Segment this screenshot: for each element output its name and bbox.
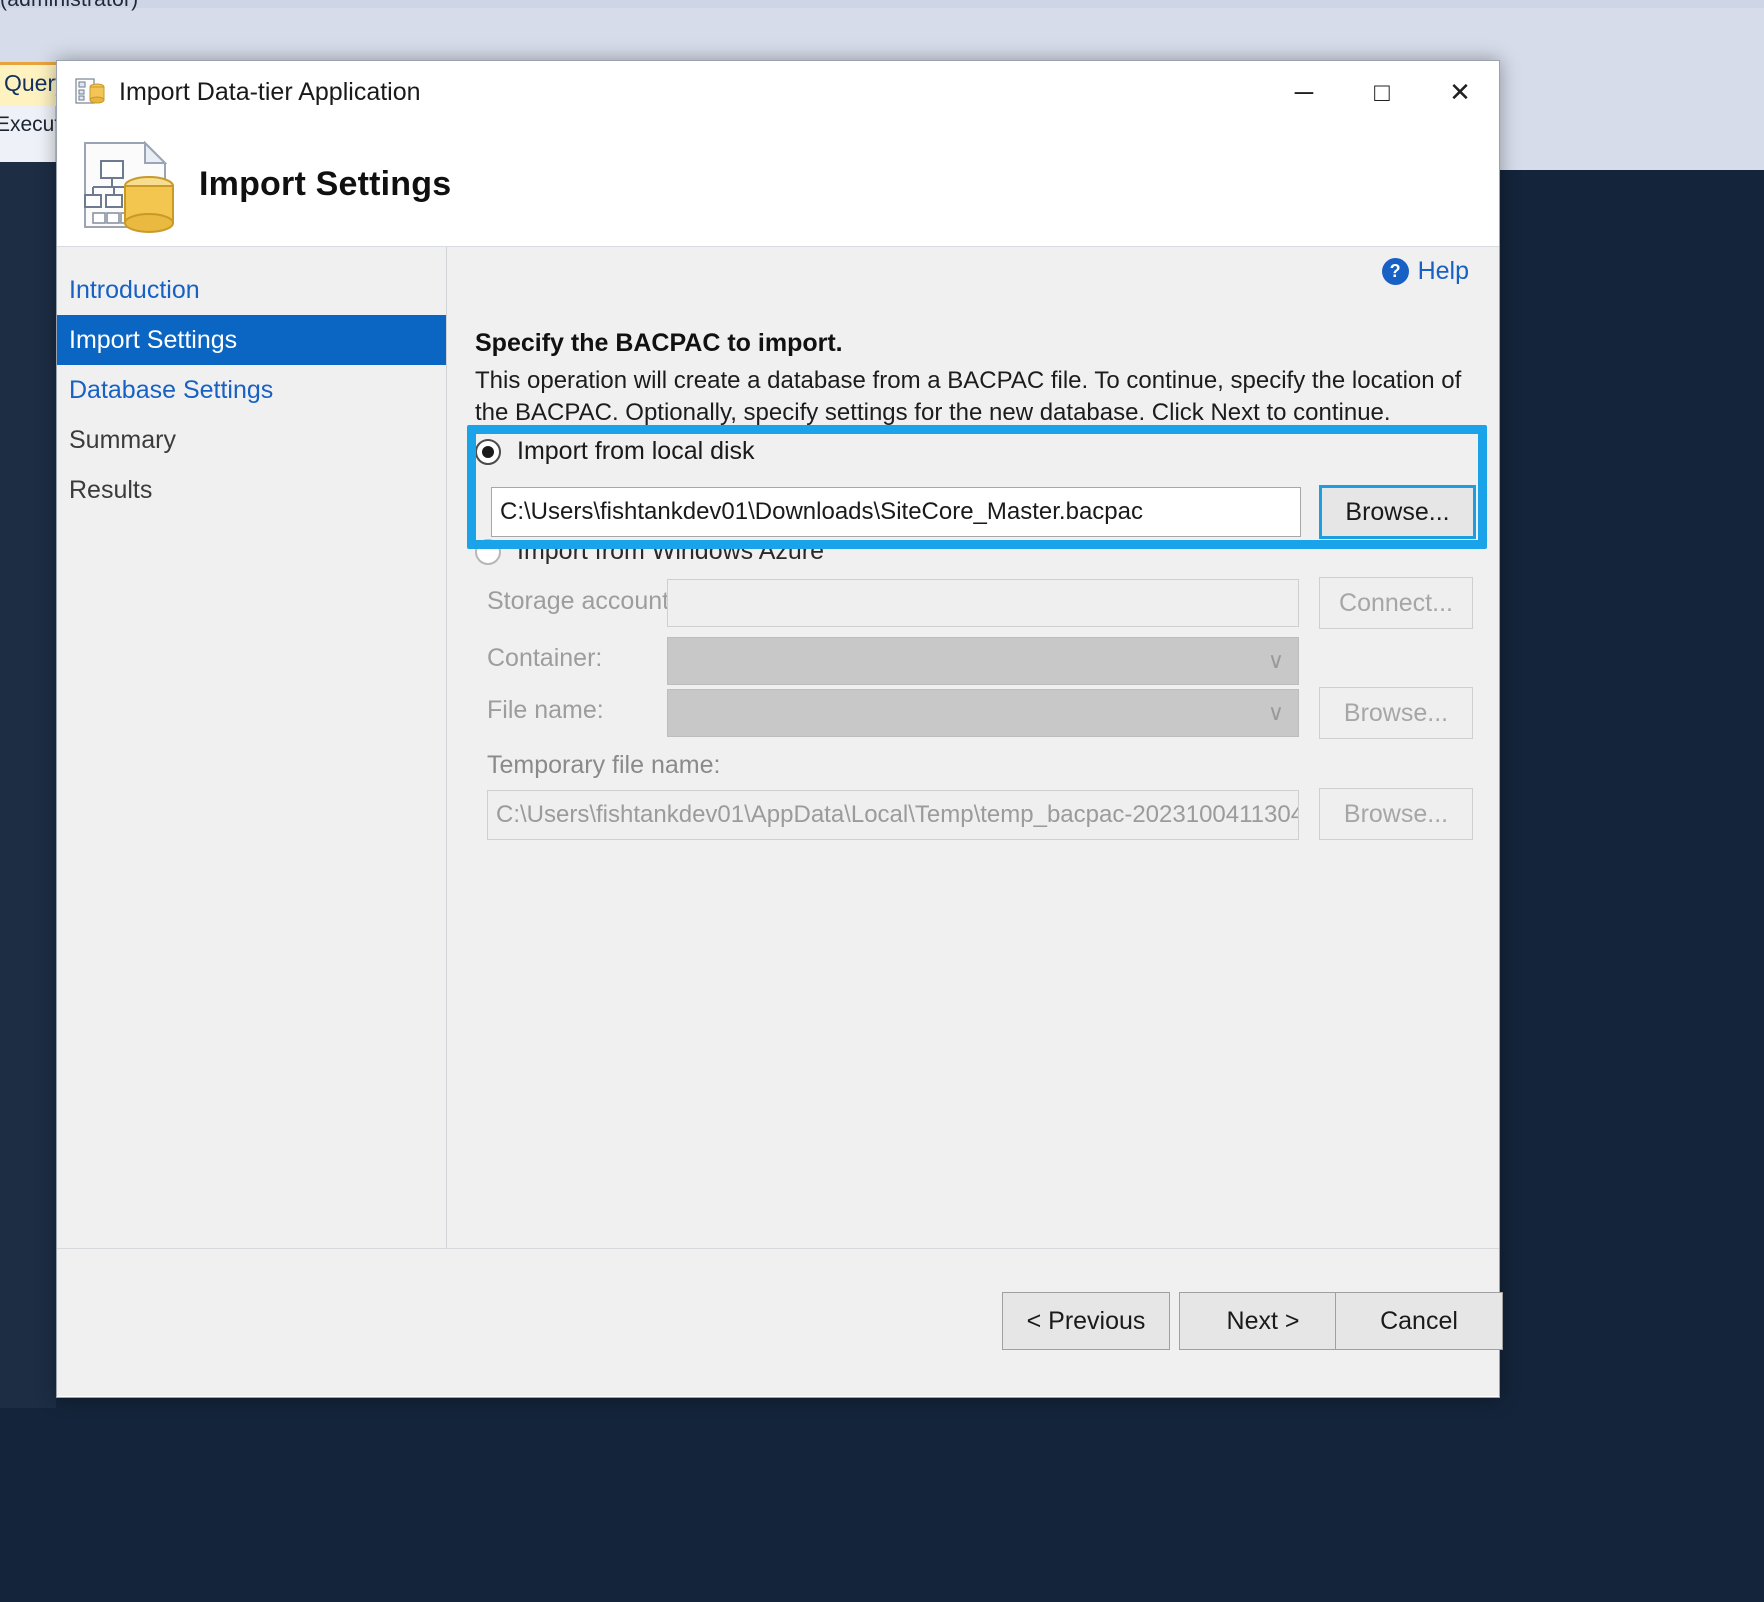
import-from-local-disk-radio-row[interactable]: Import from local disk	[475, 437, 755, 466]
section-description: This operation will create a database fr…	[475, 367, 1462, 426]
dialog-titlebar[interactable]: Import Data-tier Application ─ □ ✕	[57, 61, 1499, 123]
close-button[interactable]: ✕	[1421, 61, 1499, 123]
sidebar-item-introduction[interactable]: Introduction	[57, 265, 446, 315]
background-left-panel	[0, 162, 56, 1408]
dialog-footer: < Previous Next > Cancel	[57, 1248, 1503, 1396]
wizard-sidebar: Introduction Import Settings Database Se…	[57, 247, 447, 1248]
chevron-down-icon: ∨	[1267, 700, 1284, 725]
help-label: Help	[1417, 257, 1469, 285]
sidebar-item-results: Results	[69, 475, 153, 504]
background-right-panel	[1530, 170, 1764, 1602]
local-path-input[interactable]: C:\Users\fishtankdev01\Downloads\SiteCor…	[491, 487, 1301, 537]
background-titlebar-strip	[0, 0, 1764, 8]
next-button[interactable]: Next >	[1179, 1292, 1347, 1350]
sidebar-item-summary: Summary	[69, 425, 176, 454]
dialog-body: Introduction Import Settings Database Se…	[57, 247, 1499, 1248]
dialog-header: Import Settings	[57, 123, 1499, 247]
cancel-button[interactable]: Cancel	[1335, 1292, 1503, 1350]
azure-file-browse-button: Browse...	[1319, 687, 1473, 739]
container-label: Container:	[487, 644, 603, 672]
import-from-azure-radio-row[interactable]: Import from Windows Azure	[475, 537, 824, 566]
dac-database-icon	[79, 137, 175, 233]
sidebar-item-database-settings[interactable]: Database Settings	[57, 365, 446, 415]
storage-account-input	[667, 579, 1299, 627]
file-name-dropdown: ∨	[667, 689, 1299, 737]
background-admin-text: (administrator)	[0, 0, 220, 12]
screen: (administrator) Query Execute Import	[0, 0, 1764, 1602]
background-bottom-panel	[0, 1408, 1764, 1602]
temporary-file-name-input: C:\Users\fishtankdev01\AppData\Local\Tem…	[487, 790, 1299, 840]
help-icon: ?	[1381, 258, 1409, 285]
wizard-content: ? Help Specify the BACPAC to import. Thi…	[447, 247, 1499, 1248]
container-dropdown: ∨	[667, 637, 1299, 685]
previous-button[interactable]: < Previous	[1002, 1292, 1170, 1350]
chevron-down-icon: ∨	[1267, 648, 1284, 673]
window-controls: ─ □ ✕	[1265, 61, 1499, 123]
radio-icon-local-disk[interactable]	[475, 438, 501, 465]
minimize-button[interactable]: ─	[1265, 61, 1343, 123]
temporary-file-browse-button: Browse...	[1319, 788, 1473, 840]
import-from-local-disk-label: Import from local disk	[517, 437, 755, 465]
temporary-file-name-label: Temporary file name:	[487, 751, 721, 779]
import-data-tier-application-dialog: Import Data-tier Application ─ □ ✕ Impor…	[56, 60, 1503, 1398]
section-title: Specify the BACPAC to import.	[475, 329, 843, 357]
maximize-button[interactable]: □	[1343, 61, 1421, 123]
dialog-title: Import Data-tier Application	[119, 77, 421, 106]
storage-account-label: Storage account:	[487, 587, 677, 615]
help-link[interactable]: ? Help	[1381, 257, 1469, 286]
dac-package-icon	[75, 77, 105, 107]
azure-connect-button: Connect...	[1319, 577, 1473, 629]
sidebar-item-import-settings[interactable]: Import Settings	[57, 315, 446, 365]
file-name-label: File name:	[487, 696, 604, 724]
import-from-azure-label: Import from Windows Azure	[517, 537, 825, 565]
radio-icon-windows-azure[interactable]	[475, 538, 501, 565]
page-title: Import Settings	[199, 165, 452, 203]
local-browse-button[interactable]: Browse...	[1319, 485, 1476, 539]
